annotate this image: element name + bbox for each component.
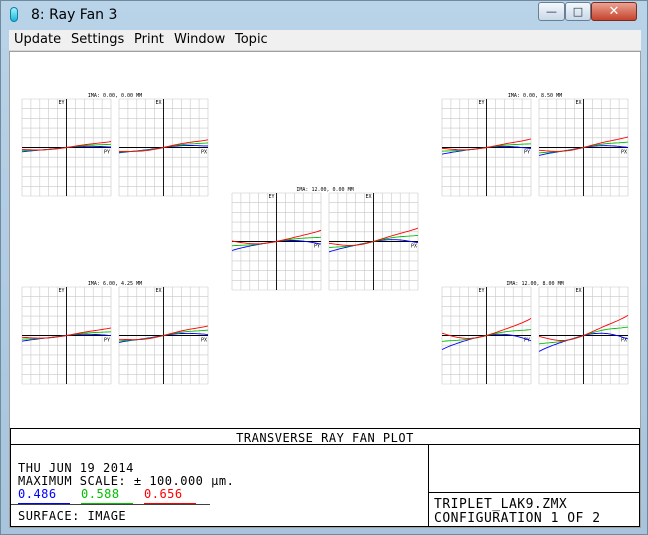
axis-label: EY — [58, 100, 64, 106]
axis-label: EY — [478, 100, 484, 106]
menu-update[interactable]: Update — [14, 32, 61, 47]
field-label: IMA: 6.00, 4.25 MM — [88, 281, 142, 287]
menu-topic[interactable]: Topic — [235, 32, 268, 47]
menu-print[interactable]: Print — [134, 32, 164, 47]
minimize-button[interactable]: — — [538, 2, 565, 21]
axis-label: EX — [575, 100, 581, 106]
plot-date: THU JUN 19 2014 — [18, 461, 134, 475]
field-label: IMA: 0.00, 8.50 MM — [508, 93, 562, 99]
wavelength-2: 0.588 — [81, 487, 120, 501]
axis-label: EY — [58, 288, 64, 294]
axis-label: PX — [411, 244, 417, 250]
menu-bar: Update Settings Print Window Topic — [9, 30, 641, 51]
axis-label: PY — [524, 150, 530, 156]
max-scale: MAXIMUM SCALE: ± 100.000 µm. — [18, 474, 235, 488]
file-name: TRIPLET_LAK9.ZMX — [434, 497, 568, 512]
ray-fan-plots: IMA: 0.00, 0.00 MM EY PY EX PX IMA: 0.00, 8.5… — [10, 93, 640, 527]
app-icon — [10, 7, 18, 22]
plot-title: TRANSVERSE RAY FAN PLOT — [236, 431, 414, 445]
field-label: IMA: 12.00, 8.00 MM — [506, 281, 563, 287]
close-button[interactable]: ✕ — [591, 2, 637, 21]
wavelength-3: 0.656 — [144, 487, 183, 501]
configuration: CONFIGURATION 1 OF 2 — [434, 511, 601, 526]
axis-label: EY — [478, 288, 484, 294]
menu-settings[interactable]: Settings — [71, 32, 124, 47]
maximize-button[interactable]: □ — [565, 2, 591, 21]
axis-label: PX — [621, 150, 627, 156]
axis-label: PX — [201, 150, 207, 156]
axis-label: EX — [155, 100, 161, 106]
axis-label: PX — [201, 338, 207, 344]
axis-label: EX — [365, 194, 371, 200]
surface-label: SURFACE: IMAGE — [18, 509, 127, 523]
field-label: IMA: 0.00, 0.00 MM — [88, 93, 142, 99]
menu-window[interactable]: Window — [174, 32, 225, 47]
axis-label: PY — [104, 338, 110, 344]
wavelength-1: 0.486 — [18, 487, 57, 501]
window-title: 8: Ray Fan 3 — [31, 7, 118, 23]
axis-label: EX — [155, 288, 161, 294]
ray-fan-window: 8: Ray Fan 3 — □ ✕ Update Settings Print… — [0, 0, 648, 535]
plot-area: IMA: 0.00, 0.00 MM EY PY EX PX IMA: 0.00, 8.5… — [9, 51, 641, 528]
axis-label: PY — [104, 150, 110, 156]
title-bar[interactable]: 8: Ray Fan 3 — □ ✕ — [1, 1, 647, 29]
axis-label: EY — [268, 194, 274, 200]
axis-label: PY — [314, 244, 320, 250]
axis-label: EX — [575, 288, 581, 294]
field-label: IMA: 12.00, 0.00 MM — [296, 187, 353, 193]
